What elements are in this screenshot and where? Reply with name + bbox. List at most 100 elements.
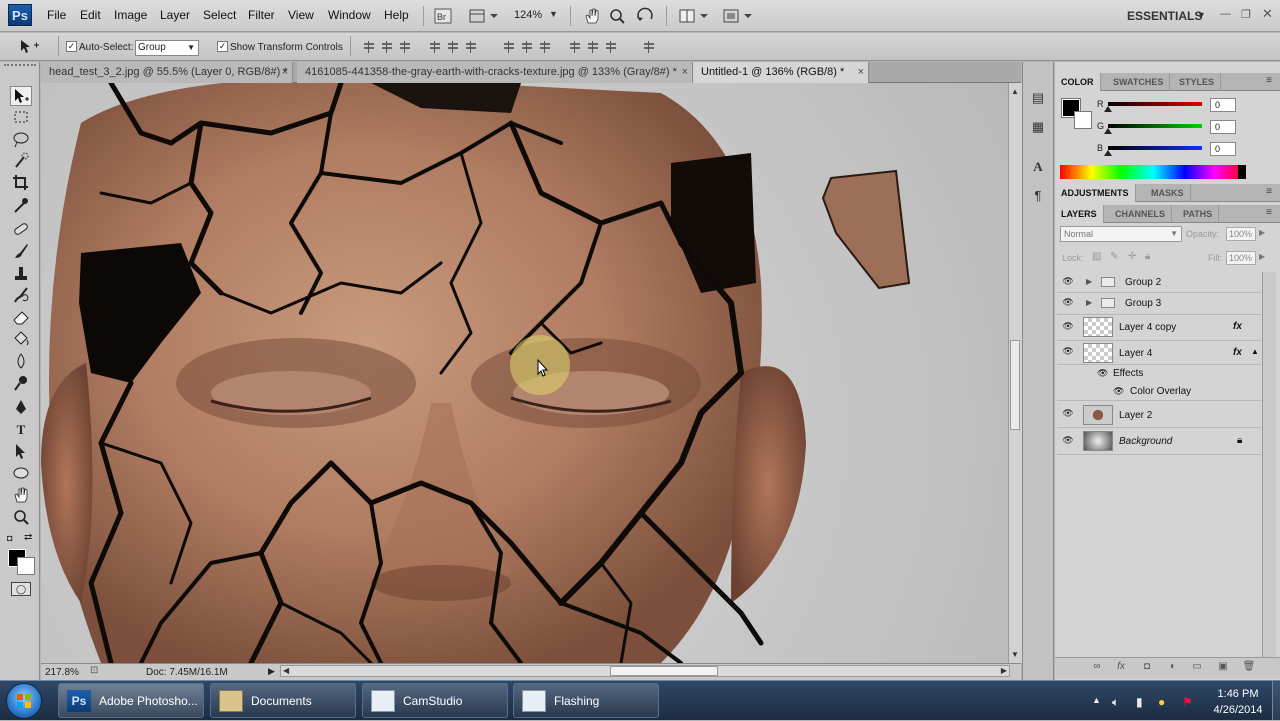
- character-panel-icon[interactable]: A: [1029, 158, 1047, 176]
- show-desktop-button[interactable]: [1272, 681, 1280, 720]
- eye-icon[interactable]: 👁︎: [1062, 297, 1074, 308]
- eye-icon[interactable]: 👁︎: [1062, 321, 1074, 332]
- rotate-view-button[interactable]: [634, 6, 658, 26]
- blur-tool-icon[interactable]: [10, 352, 32, 372]
- chevron-down-icon[interactable]: ▼: [549, 9, 558, 19]
- close-icon[interactable]: ×: [858, 62, 864, 83]
- taskbar-item-camstudio[interactable]: CamStudio: [362, 683, 508, 718]
- show-transform-checkbox[interactable]: ✓: [217, 41, 228, 52]
- history-brush-tool-icon[interactable]: [10, 286, 32, 306]
- eye-icon[interactable]: 👁︎: [1062, 276, 1074, 287]
- taskbar-item-documents[interactable]: Documents: [210, 683, 356, 718]
- taskbar-item-flashing[interactable]: Flashing: [513, 683, 659, 718]
- fill-arrow-icon[interactable]: ▶: [1259, 252, 1265, 261]
- clone-stamp-tool-icon[interactable]: [10, 264, 32, 284]
- new-layer-icon[interactable]: ▣: [1216, 660, 1230, 674]
- collapse-effects-icon[interactable]: ▲: [1251, 347, 1259, 356]
- lock-all-icon[interactable]: 🔒︎: [1145, 251, 1150, 262]
- start-button-icon[interactable]: [6, 683, 42, 719]
- scroll-left-icon[interactable]: ◀: [283, 666, 289, 675]
- panel-menu-icon[interactable]: ≡: [1266, 207, 1272, 218]
- status-zoom[interactable]: 217.8%: [45, 667, 79, 678]
- clock-time[interactable]: 1:46 PM: [1208, 688, 1268, 700]
- restore-icon[interactable]: ❐: [1241, 8, 1251, 21]
- history-panel-icon[interactable]: ▤: [1029, 89, 1047, 107]
- add-mask-icon[interactable]: ◘: [1140, 660, 1154, 674]
- blue-slider-handle[interactable]: [1104, 150, 1112, 156]
- tab-channels[interactable]: CHANNELS: [1109, 205, 1173, 223]
- pen-tool-icon[interactable]: [10, 398, 32, 418]
- menu-file[interactable]: File: [47, 8, 66, 22]
- eye-icon[interactable]: 👁︎: [1062, 408, 1074, 419]
- view-extras-button[interactable]: [466, 6, 500, 26]
- menu-image[interactable]: Image: [114, 8, 147, 22]
- brush-tool-icon[interactable]: [10, 242, 32, 262]
- layer-effects-row[interactable]: 👁︎ Effects: [1057, 365, 1261, 383]
- show-hidden-icons-icon[interactable]: ▲: [1092, 695, 1101, 705]
- arrange-documents-button[interactable]: [676, 6, 710, 26]
- fx-icon[interactable]: fx: [1233, 347, 1242, 358]
- default-colors-icon[interactable]: ◘: [7, 533, 12, 543]
- layers-scrollbar[interactable]: [1262, 272, 1276, 657]
- background-color-swatch[interactable]: [17, 557, 35, 575]
- distribute-vertical-center-icon[interactable]: [520, 40, 534, 54]
- scroll-up-icon[interactable]: ▲: [1011, 87, 1019, 96]
- tab-masks[interactable]: MASKS: [1145, 184, 1191, 202]
- align-top-icon[interactable]: [362, 40, 376, 54]
- effects-eye-icon[interactable]: 👁︎: [1097, 368, 1108, 379]
- ellipse-tool-icon[interactable]: [10, 464, 32, 484]
- layer-row-background[interactable]: 👁︎ Background 🔒︎: [1057, 428, 1261, 455]
- layer-effect-color-overlay[interactable]: 👁︎ Color Overlay: [1057, 383, 1261, 401]
- close-icon[interactable]: ✕: [1262, 6, 1273, 22]
- red-slider-handle[interactable]: [1104, 106, 1112, 112]
- minimize-icon[interactable]: —: [1220, 8, 1231, 20]
- opacity-field[interactable]: 100%: [1226, 227, 1256, 241]
- close-icon[interactable]: ×: [682, 62, 688, 83]
- hand-tool-button[interactable]: [582, 6, 602, 26]
- tab-untitled-1[interactable]: Untitled-1 @ 136% (RGB/8) * ×: [693, 62, 869, 83]
- distribute-bottom-icon[interactable]: [538, 40, 552, 54]
- status-info-icon[interactable]: ⊡: [90, 665, 98, 676]
- menu-select[interactable]: Select: [203, 8, 236, 22]
- swap-colors-icon[interactable]: ⇄: [24, 532, 32, 543]
- menu-view[interactable]: View: [288, 8, 314, 22]
- lasso-tool-icon[interactable]: [10, 130, 32, 150]
- clock-date[interactable]: 4/26/2014: [1208, 704, 1268, 716]
- opacity-arrow-icon[interactable]: ▶: [1259, 228, 1265, 237]
- color-spectrum-bar[interactable]: [1060, 165, 1246, 179]
- flag-icon[interactable]: ⚑: [1182, 695, 1193, 709]
- lock-transparency-icon[interactable]: ▧: [1092, 251, 1101, 262]
- eyedropper-tool-icon[interactable]: [10, 196, 32, 216]
- vertical-scroll-thumb[interactable]: [1010, 340, 1020, 430]
- tab-layers[interactable]: LAYERS: [1055, 205, 1104, 223]
- close-icon[interactable]: ×: [282, 62, 288, 83]
- horizontal-scroll-thumb[interactable]: [610, 666, 718, 676]
- zoom-tool-icon[interactable]: [10, 508, 32, 528]
- lock-position-icon[interactable]: ✛: [1128, 251, 1136, 262]
- zoom-tool-button[interactable]: [607, 6, 627, 26]
- scroll-right-icon[interactable]: ▶: [1001, 666, 1007, 675]
- menu-help[interactable]: Help: [384, 8, 409, 22]
- blue-value[interactable]: 0: [1210, 142, 1236, 156]
- align-left-icon[interactable]: [428, 40, 442, 54]
- distribute-right-icon[interactable]: [604, 40, 618, 54]
- volume-icon[interactable]: 🔈︎: [1112, 695, 1119, 710]
- link-layers-icon[interactable]: ∞: [1090, 660, 1104, 674]
- type-tool-icon[interactable]: T: [10, 420, 32, 440]
- align-bottom-icon[interactable]: [398, 40, 412, 54]
- tab-earth-texture[interactable]: 4161085-441358-the-gray-earth-with-crack…: [297, 62, 693, 83]
- crop-tool-icon[interactable]: [10, 174, 32, 194]
- bridge-button[interactable]: Br: [432, 6, 454, 26]
- network-icon[interactable]: ▮: [1136, 695, 1143, 709]
- document-canvas[interactable]: [41, 83, 1008, 663]
- toolbox-grip[interactable]: [4, 64, 36, 70]
- marquee-tool-icon[interactable]: [10, 108, 32, 128]
- panel-menu-icon[interactable]: ≡: [1266, 75, 1272, 86]
- hand-tool-icon[interactable]: [10, 486, 32, 506]
- menu-layer[interactable]: Layer: [160, 8, 190, 22]
- color-panel-background-swatch[interactable]: [1074, 111, 1092, 129]
- layer-row-layer-4[interactable]: 👁︎ Layer 4 fx ▲: [1057, 341, 1261, 365]
- move-tool-icon[interactable]: [10, 86, 32, 106]
- quick-selection-tool-icon[interactable]: [10, 152, 32, 172]
- blend-mode-dropdown[interactable]: Normal ▼: [1060, 226, 1182, 242]
